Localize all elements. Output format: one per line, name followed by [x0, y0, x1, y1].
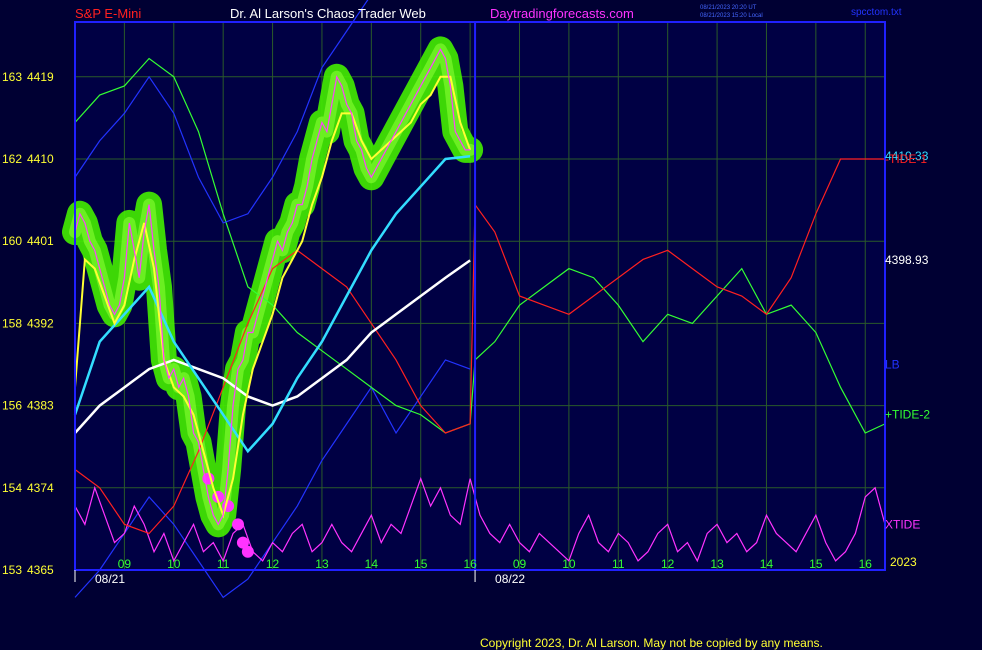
y-tick-label-a: 154	[2, 481, 22, 495]
y-tick-label-b: 4392	[27, 316, 54, 330]
y-tick-label-a: 158	[2, 316, 22, 330]
x-tick-label: 15	[414, 557, 428, 571]
right-label: -TIDE-1	[885, 152, 927, 166]
x-tick-label: 11	[612, 557, 625, 571]
y-tick-label-a: 160	[2, 234, 22, 248]
x-tick-label: 09	[513, 557, 527, 571]
x-tick-label: 13	[315, 557, 329, 571]
magenta-dot	[241, 545, 254, 558]
x-tick-label: 15	[809, 557, 823, 571]
x-tick-label: 12	[266, 557, 280, 571]
y-tick-label-a: 153	[2, 563, 22, 577]
right-label: XTIDE	[885, 517, 920, 531]
y-tick-label-a: 156	[2, 399, 22, 413]
x-tick-label: 14	[760, 557, 774, 571]
x-tick-label: 11	[217, 557, 230, 571]
y-tick-label-b: 4419	[27, 70, 54, 84]
x-tick-label: 09	[118, 557, 132, 571]
x-tick-label: 12	[661, 557, 675, 571]
timestamp-local: 08/21/2023 15:20 Local	[700, 13, 763, 19]
y-tick-label-a: 162	[2, 152, 22, 166]
x-tick-label: 10	[562, 557, 576, 571]
year-label: 2023	[890, 555, 917, 569]
copyright-notice: Copyright 2023, Dr. Al Larson. May not b…	[480, 636, 823, 650]
right-label: 4398.93	[885, 253, 929, 267]
x-tick-label: 16	[859, 557, 873, 571]
x-tick-label: 10	[167, 557, 181, 571]
y-tick-label-b: 4401	[27, 234, 54, 248]
date-label: 08/21	[95, 572, 125, 586]
chart-title-center: Dr. Al Larson's Chaos Trader Web	[230, 6, 426, 21]
y-tick-label-b: 4365	[27, 563, 54, 577]
y-tick-label-b: 4410	[27, 152, 54, 166]
y-tick-label-a: 163	[2, 70, 22, 84]
data-file-name: spcctom.txt	[851, 7, 902, 18]
x-tick-label: 16	[463, 557, 477, 571]
right-label: +TIDE-2	[885, 408, 930, 422]
chart: 153 4365 154 4374 156 4383 158 4392 160 4401 162 44…	[2, 0, 930, 650]
chart-title-left: S&P E-Mini	[75, 6, 141, 21]
timestamp-ut: 08/21/2023 20:20 UT	[700, 5, 757, 11]
y-tick-label-b: 4374	[27, 481, 54, 495]
date-label: 08/22	[495, 572, 525, 586]
x-tick-label: 14	[365, 557, 379, 571]
y-tick-label-b: 4383	[27, 399, 54, 413]
site-link[interactable]: Daytradingforecasts.com	[490, 6, 634, 21]
x-tick-label: 13	[710, 557, 724, 571]
right-label: LB	[885, 358, 900, 372]
